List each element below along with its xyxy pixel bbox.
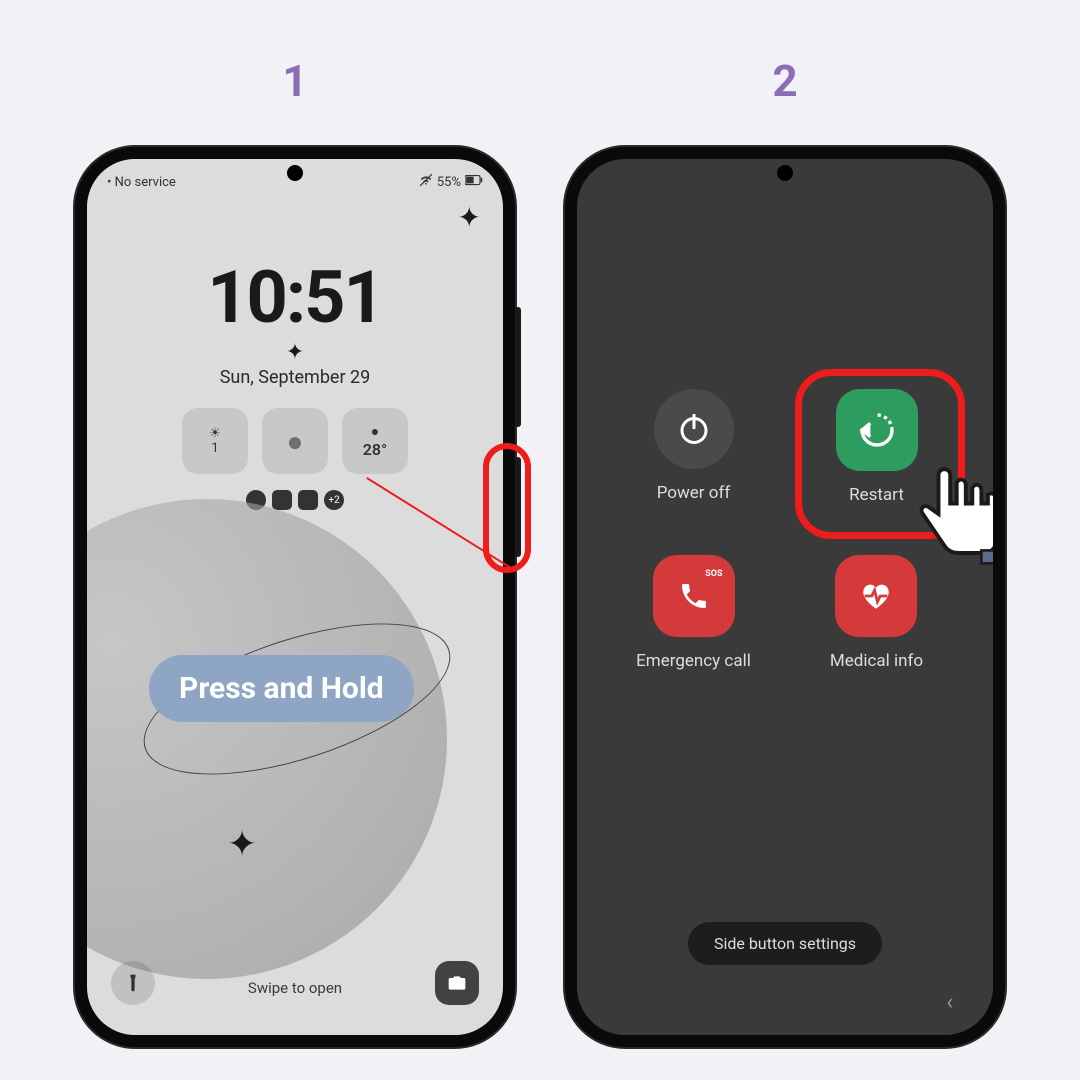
notif-icon: [298, 490, 318, 510]
sos-label: SOS: [705, 569, 722, 579]
step-number-1: 1: [282, 55, 307, 107]
weather-widget-1[interactable]: ☀ 1: [182, 408, 248, 474]
sparkle-icon: ✦: [458, 201, 481, 234]
sun-icon: ☀: [209, 426, 221, 441]
phone-frame-2: Power off Restart SOS Emergency call: [565, 147, 1005, 1047]
power-menu-screen: Power off Restart SOS Emergency call: [577, 159, 993, 1035]
temp-value: 28°: [363, 440, 387, 459]
front-camera: [287, 165, 303, 181]
clock-area: 10:51 ✦ Sun, September 29: [87, 255, 503, 388]
pointer-hand-icon: [893, 449, 993, 583]
volume-button[interactable]: [515, 307, 521, 427]
emergency-call-button[interactable]: SOS Emergency call: [636, 555, 751, 671]
power-off-button[interactable]: Power off: [654, 389, 734, 505]
widgets-row: ☀ 1 ● ● 28°: [87, 408, 503, 474]
moon-widget[interactable]: ●: [262, 408, 328, 474]
temp-widget[interactable]: ● 28°: [342, 408, 408, 474]
side-button-settings[interactable]: Side button settings: [688, 922, 882, 965]
step-2: 2 Power off Restart: [565, 55, 1005, 1047]
swipe-hint: Swipe to open: [248, 979, 342, 997]
back-button[interactable]: ‹: [946, 990, 953, 1015]
step-1: 1 ✦ ✦ • No service 55%: [75, 55, 515, 1047]
camera-button[interactable]: [435, 961, 479, 1005]
clock-date: Sun, September 29: [87, 367, 503, 388]
widget-value: 1: [211, 441, 218, 456]
sparkle-icon: ✦: [286, 340, 304, 365]
battery-percent: 55%: [437, 175, 461, 190]
phone-frame-1: ✦ ✦ • No service 55% 10:51 ✦ Sun, Septem…: [75, 147, 515, 1047]
power-icon: [654, 389, 734, 469]
notif-icon: [272, 490, 292, 510]
lock-screen[interactable]: ✦ ✦ • No service 55% 10:51 ✦ Sun, Septem…: [87, 159, 503, 1035]
clock-time: 10:51: [87, 255, 503, 340]
network-status: • No service: [107, 175, 176, 190]
emergency-icon: SOS: [653, 555, 735, 637]
moon-icon: ●: [287, 425, 304, 458]
front-camera: [777, 165, 793, 181]
sparkle-icon: ✦: [227, 823, 257, 865]
flashlight-button[interactable]: [111, 961, 155, 1005]
annotation-label: Press and Hold: [149, 655, 414, 722]
notif-badge: +2: [324, 490, 344, 510]
dot-icon: ●: [371, 423, 379, 440]
battery-icon: [465, 174, 483, 190]
wifi-icon: [419, 173, 433, 191]
power-off-label: Power off: [657, 483, 731, 503]
medical-label: Medical info: [830, 651, 923, 671]
emergency-label: Emergency call: [636, 651, 751, 671]
step-number-2: 2: [772, 55, 797, 107]
